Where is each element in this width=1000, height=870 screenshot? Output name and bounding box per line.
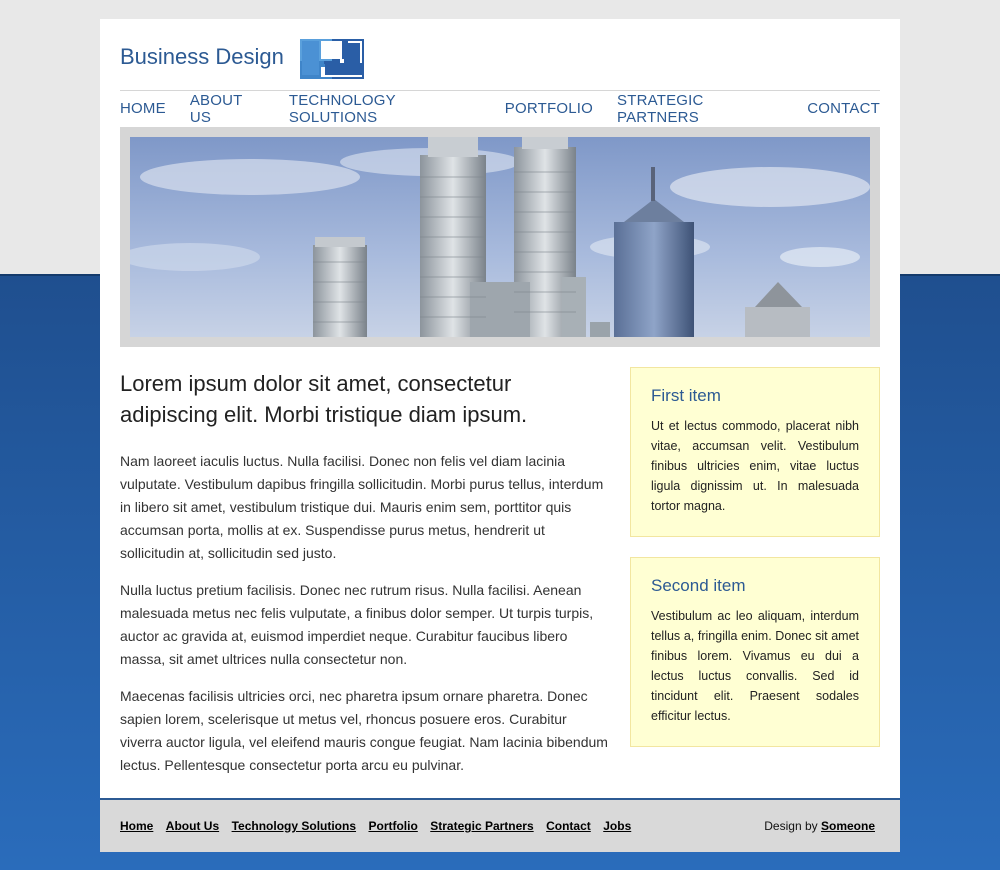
paragraph: Nam laoreet iaculis luctus. Nulla facili… — [120, 453, 604, 561]
footer-link-home[interactable]: Home — [120, 819, 153, 833]
sidebar: First item Ut et lectus commodo, placera… — [630, 367, 880, 767]
page-container: Business Design HOME ABOUT US TECHNOLOGY… — [100, 19, 900, 852]
footer-link-about-us[interactable]: About Us — [166, 819, 219, 833]
footer-link-technology-solutions[interactable]: Technology Solutions — [232, 819, 356, 833]
nav-item-portfolio[interactable]: PORTFOLIO — [505, 100, 593, 117]
main-content: Lorem ipsum dolor sit amet, consectetur … — [120, 368, 610, 791]
footer-link-contact[interactable]: Contact — [546, 819, 591, 833]
hero-banner — [120, 127, 880, 347]
credit-prefix: Design by — [764, 819, 818, 833]
sidebar-box-text: Ut et lectus commodo, placerat nibh vita… — [651, 419, 859, 513]
sidebar-box-title: First item — [651, 386, 721, 405]
footer-link-jobs[interactable]: Jobs — [603, 819, 631, 833]
page-heading: Lorem ipsum dolor sit amet, consectetur … — [120, 371, 528, 427]
site-title[interactable]: Business Design — [120, 44, 284, 70]
sidebar-box-text: Vestibulum ac leo aliquam, interdum tell… — [651, 609, 859, 723]
paragraph: Nulla luctus pretium facilisis. Donec ne… — [120, 582, 594, 667]
main-nav: HOME ABOUT US TECHNOLOGY SOLUTIONS PORTF… — [120, 90, 880, 126]
footer-link-strategic-partners[interactable]: Strategic Partners — [430, 819, 533, 833]
nav-item-about-us[interactable]: ABOUT US — [190, 92, 265, 126]
nav-item-contact[interactable]: CONTACT — [807, 100, 880, 117]
footer-links: Home About Us Technology Solutions Portf… — [120, 817, 631, 835]
credit-link[interactable]: Someone — [821, 819, 875, 833]
logo-icon[interactable] — [300, 39, 364, 79]
sidebar-box-second: Second item Vestibulum ac leo aliquam, i… — [630, 557, 880, 747]
nav-item-technology-solutions[interactable]: TECHNOLOGY SOLUTIONS — [289, 92, 481, 126]
paragraph: Maecenas facilisis ultricies orci, nec p… — [120, 688, 608, 773]
design-credit: Design by Someone — [764, 819, 875, 833]
nav-item-strategic-partners[interactable]: STRATEGIC PARTNERS — [617, 92, 783, 126]
nav-item-home[interactable]: HOME — [120, 100, 166, 117]
sidebar-box-first: First item Ut et lectus commodo, placera… — [630, 367, 880, 537]
skyline-image — [130, 137, 870, 337]
site-header: Business Design — [120, 19, 880, 91]
site-footer: Home About Us Technology Solutions Portf… — [100, 798, 900, 852]
sidebar-box-title: Second item — [651, 576, 746, 595]
footer-link-portfolio[interactable]: Portfolio — [368, 819, 417, 833]
